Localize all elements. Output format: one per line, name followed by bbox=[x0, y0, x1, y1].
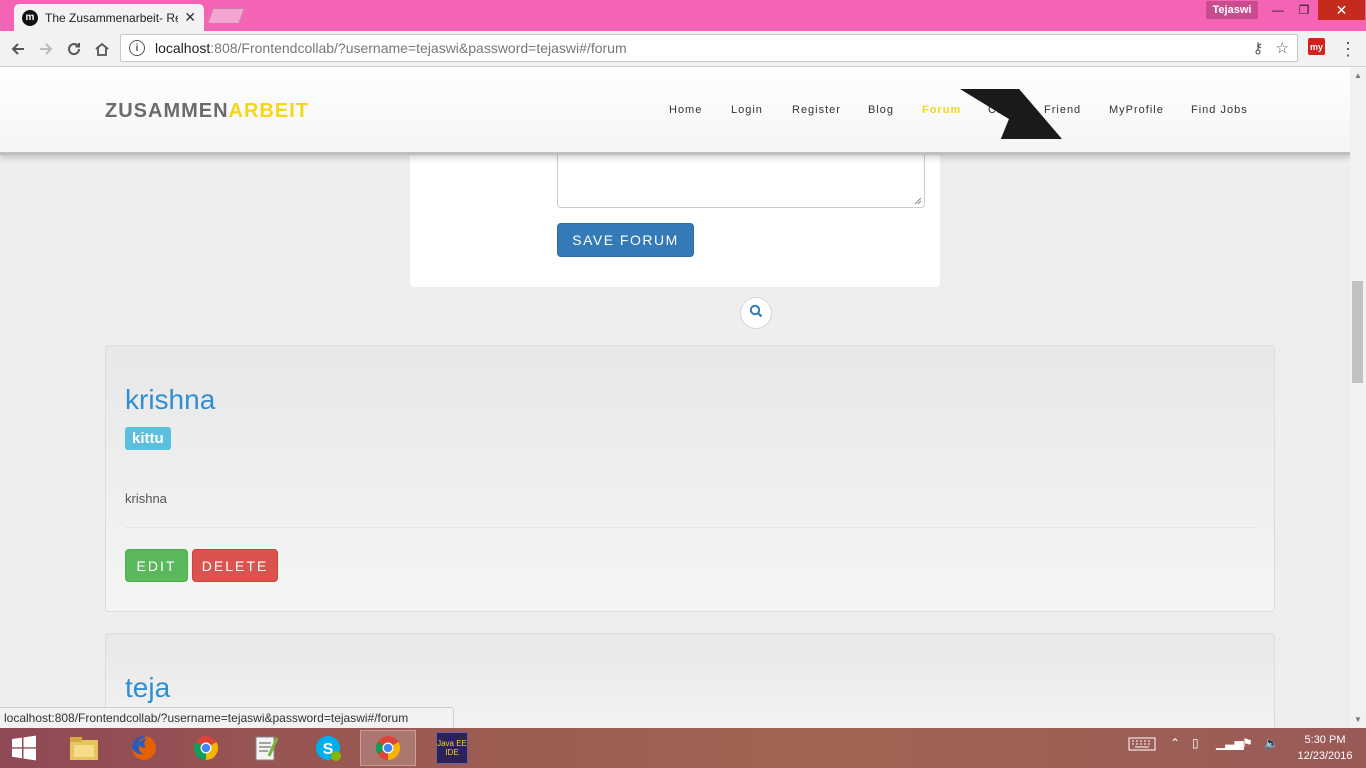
chrome-icon[interactable] bbox=[178, 730, 234, 766]
home-icon[interactable] bbox=[90, 37, 114, 61]
nav-blog[interactable]: Blog bbox=[868, 104, 894, 116]
minimize-icon[interactable]: — bbox=[1264, 0, 1292, 20]
bookmark-star-icon[interactable]: ☆ bbox=[1276, 39, 1289, 57]
nav-forum[interactable]: Forum bbox=[922, 104, 961, 116]
page-scrollbar[interactable]: ▲ ▼ bbox=[1350, 67, 1366, 728]
nav-friend[interactable]: Friend bbox=[1044, 104, 1081, 116]
file-explorer-icon[interactable] bbox=[56, 730, 112, 766]
nav-register[interactable]: Register bbox=[792, 104, 841, 116]
chrome-active-icon[interactable] bbox=[360, 730, 416, 766]
skype-icon[interactable]: S bbox=[300, 730, 356, 766]
site-info-icon[interactable]: i bbox=[129, 40, 145, 56]
site-favicon-icon: m bbox=[22, 9, 38, 26]
clock-date: 12/23/2016 bbox=[1297, 750, 1353, 762]
search-icon bbox=[749, 304, 763, 323]
clock-time: 5:30 PM bbox=[1304, 734, 1346, 746]
chevron-up-icon[interactable]: ⌃ bbox=[1170, 736, 1180, 750]
back-arrow-icon[interactable] bbox=[6, 37, 30, 61]
address-url: localhost:808/Frontendcollab/?username=t… bbox=[155, 40, 627, 56]
tab-title: The Zusammenarbeit- Re bbox=[45, 10, 179, 25]
forum-title: teja bbox=[125, 672, 171, 703]
status-url-bubble: localhost:808/Frontendcollab/?username=t… bbox=[0, 707, 454, 728]
java-ee-ide-icon[interactable]: Java EE IDE bbox=[424, 730, 480, 766]
nav-login[interactable]: Login bbox=[731, 104, 763, 116]
notepad-plus-plus-icon[interactable] bbox=[238, 730, 294, 766]
nav-find-jobs[interactable]: Find Jobs bbox=[1191, 104, 1248, 116]
nav-myprofile[interactable]: MyProfile bbox=[1109, 104, 1164, 116]
battery-icon[interactable]: ▯ bbox=[1192, 736, 1199, 750]
close-tab-icon[interactable]: ✕ bbox=[184, 9, 196, 26]
restore-icon[interactable]: ❐ bbox=[1290, 0, 1318, 20]
scroll-up-icon[interactable]: ▲ bbox=[1354, 71, 1362, 80]
browser-toolbar: i localhost:808/Frontendcollab/?username… bbox=[0, 31, 1366, 67]
delete-forum-button[interactable]: DELETE bbox=[192, 549, 278, 582]
taskbar-clock[interactable]: 5:30 PM 12/23/2016 bbox=[1290, 732, 1360, 764]
site-brand-logo[interactable]: ZUSAMMENARBEIT bbox=[105, 100, 309, 123]
forum-title: krishna bbox=[125, 384, 216, 415]
windows-start-icon[interactable] bbox=[8, 734, 40, 762]
extension-icon[interactable]: my bbox=[1308, 38, 1325, 55]
reload-icon[interactable] bbox=[62, 37, 86, 61]
site-navbar: ZUSAMMENARBEIT Home Login Register Blog … bbox=[0, 67, 1350, 155]
forward-arrow-icon[interactable] bbox=[34, 37, 58, 61]
card-divider bbox=[125, 527, 1255, 528]
volume-icon[interactable]: 🔈 bbox=[1264, 736, 1279, 750]
forum-card: krishna kittu krishna EDIT DELETE bbox=[105, 345, 1275, 612]
scroll-down-icon[interactable]: ▼ bbox=[1354, 715, 1362, 724]
browser-titlebar: m The Zusammenarbeit- Re ✕ Tejaswi — ❐ ✕ bbox=[0, 0, 1366, 31]
close-window-icon[interactable]: ✕ bbox=[1318, 0, 1365, 20]
nav-home[interactable]: Home bbox=[669, 104, 702, 116]
keyboard-icon[interactable] bbox=[1128, 736, 1156, 755]
search-toggle-button[interactable] bbox=[740, 297, 772, 329]
forum-description: krishna bbox=[125, 491, 167, 506]
network-signal-icon[interactable]: ▁▃▅ bbox=[1216, 736, 1244, 750]
page-viewport: SAVE FORUM krishna kittu krishna EDIT DE… bbox=[0, 67, 1350, 728]
profile-badge[interactable]: Tejaswi bbox=[1206, 1, 1258, 19]
action-center-flag-icon[interactable]: ⚑ bbox=[1242, 736, 1253, 750]
edit-forum-button[interactable]: EDIT bbox=[125, 549, 188, 582]
new-tab-button[interactable] bbox=[207, 8, 245, 24]
forum-tag-badge: kittu bbox=[125, 427, 171, 450]
key-icon[interactable]: ⚷ bbox=[1253, 39, 1264, 57]
browser-tab[interactable]: m The Zusammenarbeit- Re ✕ bbox=[14, 4, 204, 31]
firefox-icon[interactable] bbox=[116, 730, 172, 766]
browser-menu-icon[interactable]: ⋮ bbox=[1339, 37, 1357, 61]
save-forum-button[interactable]: SAVE FORUM bbox=[557, 223, 694, 257]
windows-taskbar: S Java EE IDE ⌃ ▯ ▁▃▅ ⚑ 🔈 5:30 PM 12/23/… bbox=[0, 728, 1366, 768]
address-bar[interactable]: i localhost:808/Frontendcollab/?username… bbox=[120, 34, 1298, 62]
scroll-thumb[interactable] bbox=[1352, 281, 1363, 383]
